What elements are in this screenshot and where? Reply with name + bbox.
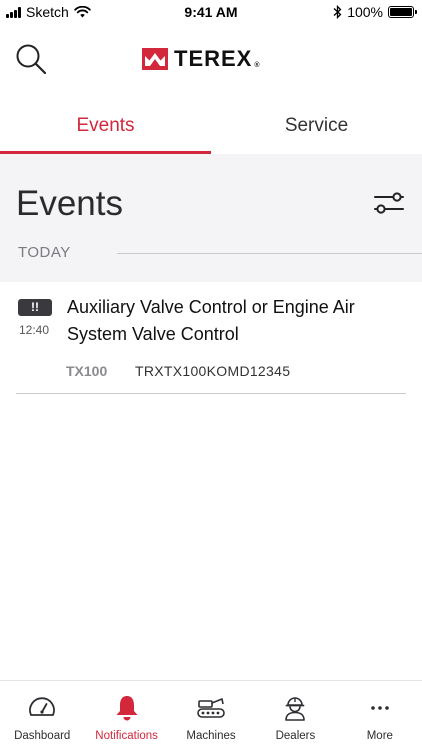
crawler-machine-icon bbox=[197, 698, 225, 718]
battery-icon bbox=[388, 6, 417, 18]
group-divider bbox=[117, 253, 422, 254]
more-dots-icon bbox=[371, 706, 389, 710]
event-list-item[interactable]: !! 12:40 Auxiliary Valve Control or Engi… bbox=[16, 282, 406, 394]
nav-dealers[interactable]: Dealers bbox=[253, 681, 337, 750]
events-section-header: Events TODAY bbox=[0, 154, 422, 282]
app-header: TEREX ® bbox=[0, 24, 422, 94]
event-machine-model: TX100 bbox=[66, 363, 108, 379]
nav-label-more: More bbox=[366, 730, 393, 742]
logo-text: TEREX bbox=[174, 46, 253, 71]
filter-sliders-icon[interactable] bbox=[374, 190, 404, 216]
bell-icon bbox=[116, 696, 138, 721]
event-machine-serial: TRXTX100KOMD12345 bbox=[135, 363, 291, 379]
nav-notifications[interactable]: Notifications bbox=[84, 681, 168, 750]
event-time: 12:40 bbox=[19, 323, 50, 337]
nav-label-machines: Machines bbox=[186, 730, 236, 742]
nav-label-dealers: Dealers bbox=[275, 730, 316, 742]
nav-dashboard[interactable]: Dashboard bbox=[0, 681, 84, 750]
tab-events[interactable]: Events bbox=[0, 100, 211, 154]
nav-machines[interactable]: Machines bbox=[169, 681, 253, 750]
group-label-today: TODAY bbox=[18, 244, 71, 261]
tab-service[interactable]: Service bbox=[211, 100, 422, 154]
nav-more[interactable]: More bbox=[338, 681, 422, 750]
nav-label-notifications: Notifications bbox=[95, 730, 158, 742]
bottom-nav: Dashboard Notifications Machines Dealers bbox=[0, 680, 422, 750]
page-title: Events bbox=[16, 184, 123, 223]
status-right: 100% bbox=[333, 4, 417, 20]
terex-logo: TEREX ® bbox=[142, 46, 260, 72]
search-icon[interactable] bbox=[14, 42, 48, 76]
battery-percent: 100% bbox=[347, 4, 383, 20]
bluetooth-icon bbox=[333, 5, 342, 19]
tab-bar: Events Service bbox=[0, 100, 422, 154]
worker-helmet-icon bbox=[285, 697, 306, 721]
severity-badge: !! bbox=[18, 299, 52, 316]
gauge-icon bbox=[29, 697, 56, 716]
status-bar: Sketch 9:41 AM 100% bbox=[0, 0, 422, 24]
event-title: Auxiliary Valve Control or Engine Air Sy… bbox=[67, 297, 355, 344]
terex-logo-mark-icon bbox=[142, 48, 168, 70]
logo-registered-mark: ® bbox=[254, 62, 260, 69]
nav-label-dashboard: Dashboard bbox=[14, 730, 71, 742]
